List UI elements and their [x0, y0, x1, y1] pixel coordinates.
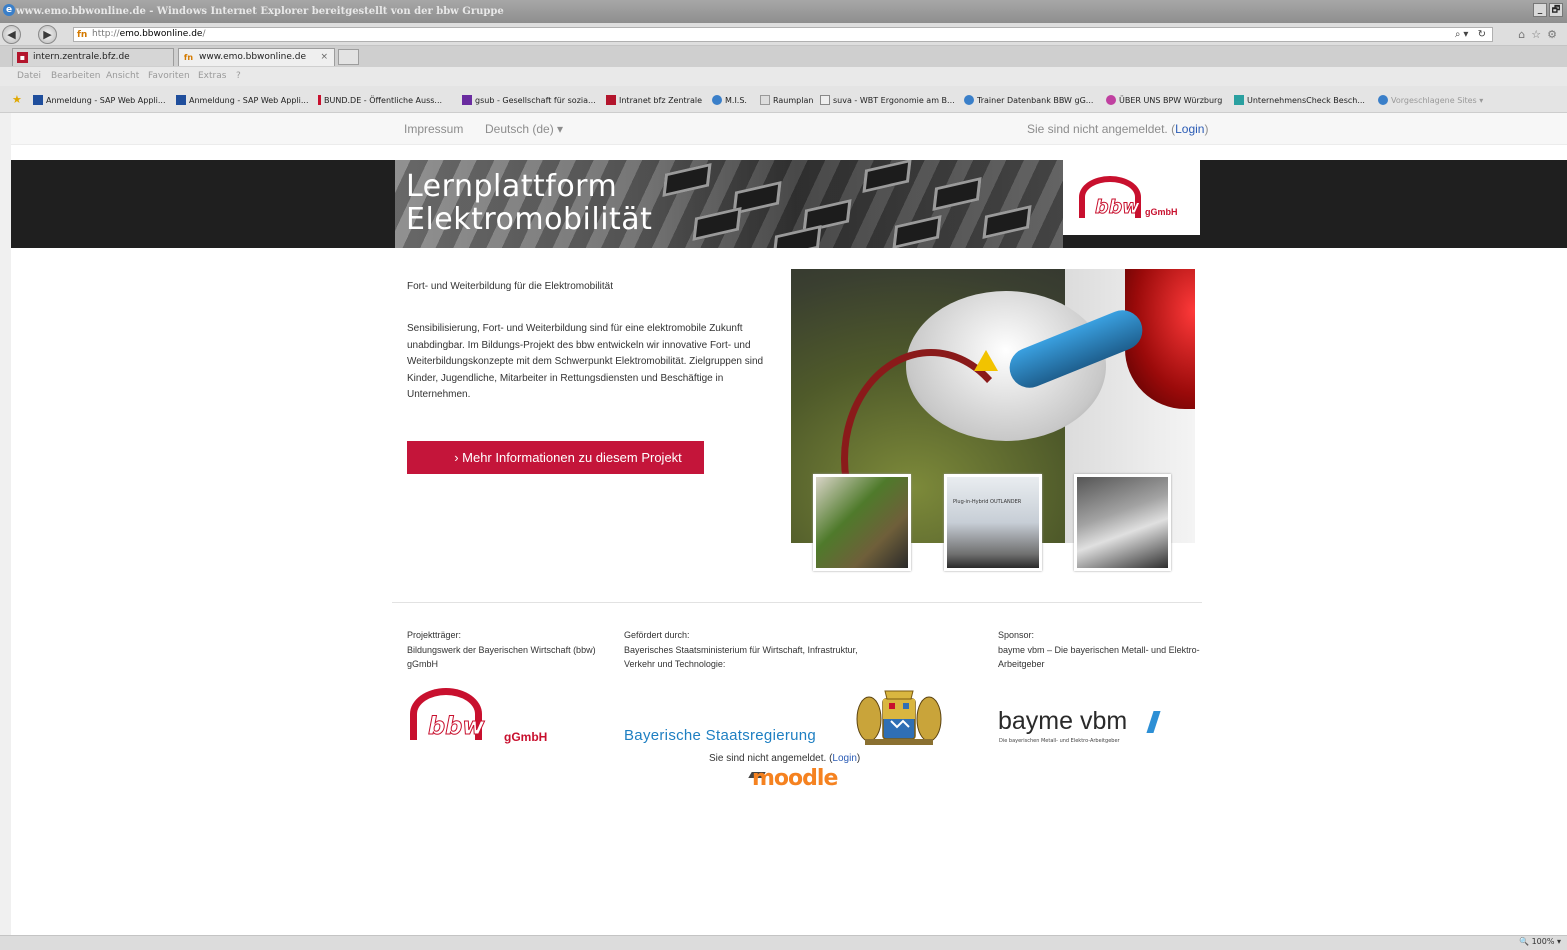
suggested-sites-link[interactable]: Vorgeschlagene Sites ▾ — [1378, 95, 1483, 105]
close-tab-icon[interactable]: × — [320, 49, 328, 65]
site-top-nav: Impressum Deutsch (de) ▾ Sie sind nicht … — [11, 113, 1567, 145]
browser-window: e www.emo.bbwonline.de - Windows Interne… — [0, 0, 1567, 950]
menu-bar: Datei Bearbeiten Ansicht Favoriten Extra… — [0, 67, 1567, 86]
bayerische-staatsregierung-logo[interactable]: Bayerische Staatsregierung — [624, 727, 816, 744]
bbw-logo[interactable]: bbw gGmbH — [1063, 160, 1200, 235]
footer-login-link[interactable]: Login — [832, 753, 856, 764]
favorite-item[interactable]: M.I.S. — [712, 95, 747, 105]
bfz-icon: ▪ — [17, 52, 28, 63]
status-bar: 🔍 100% ▾ — [0, 935, 1567, 950]
menu-help[interactable]: ? — [236, 71, 241, 81]
language-selector[interactable]: Deutsch (de) ▾ — [485, 122, 563, 136]
favorite-item[interactable]: Trainer Datenbank BBW gG... — [964, 95, 1093, 105]
menu-extras[interactable]: Extras — [198, 71, 226, 81]
favorites-bar: ★ Anmeldung - SAP Web Appli... Anmeldung… — [0, 86, 1567, 113]
bavaria-coat-of-arms-icon — [856, 690, 942, 745]
impressum-link[interactable]: Impressum — [404, 122, 463, 136]
minimize-button[interactable]: _ — [1533, 3, 1547, 17]
title-bar: e www.emo.bbwonline.de - Windows Interne… — [0, 0, 1567, 23]
intro-title: Fort- und Weiterbildung für die Elektrom… — [407, 281, 614, 292]
tab-emo-bbwonline[interactable]: fn www.emo.bbwonline.de × — [178, 48, 335, 66]
restore-button[interactable]: 🗗 — [1549, 3, 1563, 17]
forward-button[interactable]: ▶ — [38, 25, 57, 44]
favorite-item[interactable]: Anmeldung - SAP Web Appli... — [176, 95, 309, 105]
login-link[interactable]: Login — [1175, 122, 1204, 136]
bayme-vbm-logo[interactable]: bayme vbm — [998, 707, 1127, 736]
warning-icon — [974, 350, 998, 371]
address-input[interactable]: fn http://emo.bbwonline.de/ — [73, 27, 1493, 42]
footer-sponsor: Sponsor: bayme vbm – Die bayerischen Met… — [998, 630, 1200, 669]
more-info-button[interactable]: › Mehr Informationen zu diesem Projekt — [407, 441, 704, 474]
footer-projekttraeger: Projektträger: Bildungswerk der Bayerisc… — [407, 630, 596, 669]
moodle-logo[interactable]: moodle — [752, 766, 838, 791]
favorites-star-icon[interactable]: ★ — [12, 93, 22, 106]
electric-vehicle-photo — [1074, 474, 1171, 571]
window-title: www.emo.bbwonline.de - Windows Internet … — [16, 6, 504, 17]
new-tab-button[interactable] — [338, 49, 359, 65]
header-banner — [11, 160, 1567, 248]
back-button[interactable]: ◀ — [2, 25, 21, 44]
login-status: Sie sind nicht angemeldet. (Login) — [1027, 122, 1209, 136]
menu-ansicht[interactable]: Ansicht — [106, 71, 139, 81]
plug-in-hybrid-photo: Plug-in-Hybrid OUTLANDER — [944, 474, 1042, 571]
menu-bearbeiten[interactable]: Bearbeiten — [51, 71, 100, 81]
bayme-vbm-tagline: Die bayerischen Metall- und Elektro-Arbe… — [999, 738, 1120, 744]
home-favorites-tools-icon[interactable]: ⌂☆⚙ — [1518, 28, 1563, 41]
favorite-item[interactable]: Anmeldung - SAP Web Appli... — [33, 95, 166, 105]
divider — [392, 602, 1202, 603]
favorite-item[interactable]: UnternehmensCheck Besch... — [1234, 95, 1365, 105]
favorite-item[interactable]: BUND.DE - Öffentliche Auss... — [318, 95, 442, 105]
ie-icon: e — [3, 4, 15, 16]
bbw-favicon: fn — [77, 30, 88, 40]
menu-datei[interactable]: Datei — [17, 71, 41, 81]
workshop-photo — [813, 474, 911, 571]
search-refresh-icon[interactable]: ⌕▾ ↻ — [1455, 29, 1489, 40]
tab-bar: ▪ intern.zentrale.bfz.de fn www.emo.bbwo… — [0, 46, 1567, 67]
footer-login-status: Sie sind nicht angemeldet. (Login) — [709, 753, 861, 764]
bbw-footer-logo[interactable]: bbw gGmbH — [408, 688, 558, 748]
footer-gefoerdert: Gefördert durch: Bayerisches Staatsminis… — [624, 630, 858, 669]
window-controls: _ 🗗 — [1533, 3, 1563, 17]
favorite-item[interactable]: Raumplan — [760, 95, 813, 105]
address-bar-row: ◀ ▶ fn http://emo.bbwonline.de/ ⌕▾ ↻ ⌂☆⚙ — [0, 23, 1567, 46]
zoom-control[interactable]: 🔍 100% ▾ — [1519, 937, 1561, 946]
favorite-item[interactable]: gsub - Gesellschaft für sozia... — [462, 95, 596, 105]
bbw-favicon: fn — [183, 53, 194, 62]
banner-title: Lernplattform Elektromobilität — [406, 169, 653, 237]
left-frame-edge — [0, 113, 11, 935]
bayme-slash-icon — [1146, 711, 1161, 733]
intro-text: Sensibilisierung, Fort- und Weiterbildun… — [407, 323, 764, 400]
favorite-item[interactable]: Intranet bfz Zentrale — [606, 95, 702, 105]
menu-favoriten[interactable]: Favoriten — [148, 71, 190, 81]
favorite-item[interactable]: ÜBER UNS BPW Würzburg — [1106, 95, 1222, 105]
tab-intern-zentrale[interactable]: ▪ intern.zentrale.bfz.de — [12, 48, 174, 66]
favorite-item[interactable]: suva - WBT Ergonomie am B... — [820, 95, 955, 105]
